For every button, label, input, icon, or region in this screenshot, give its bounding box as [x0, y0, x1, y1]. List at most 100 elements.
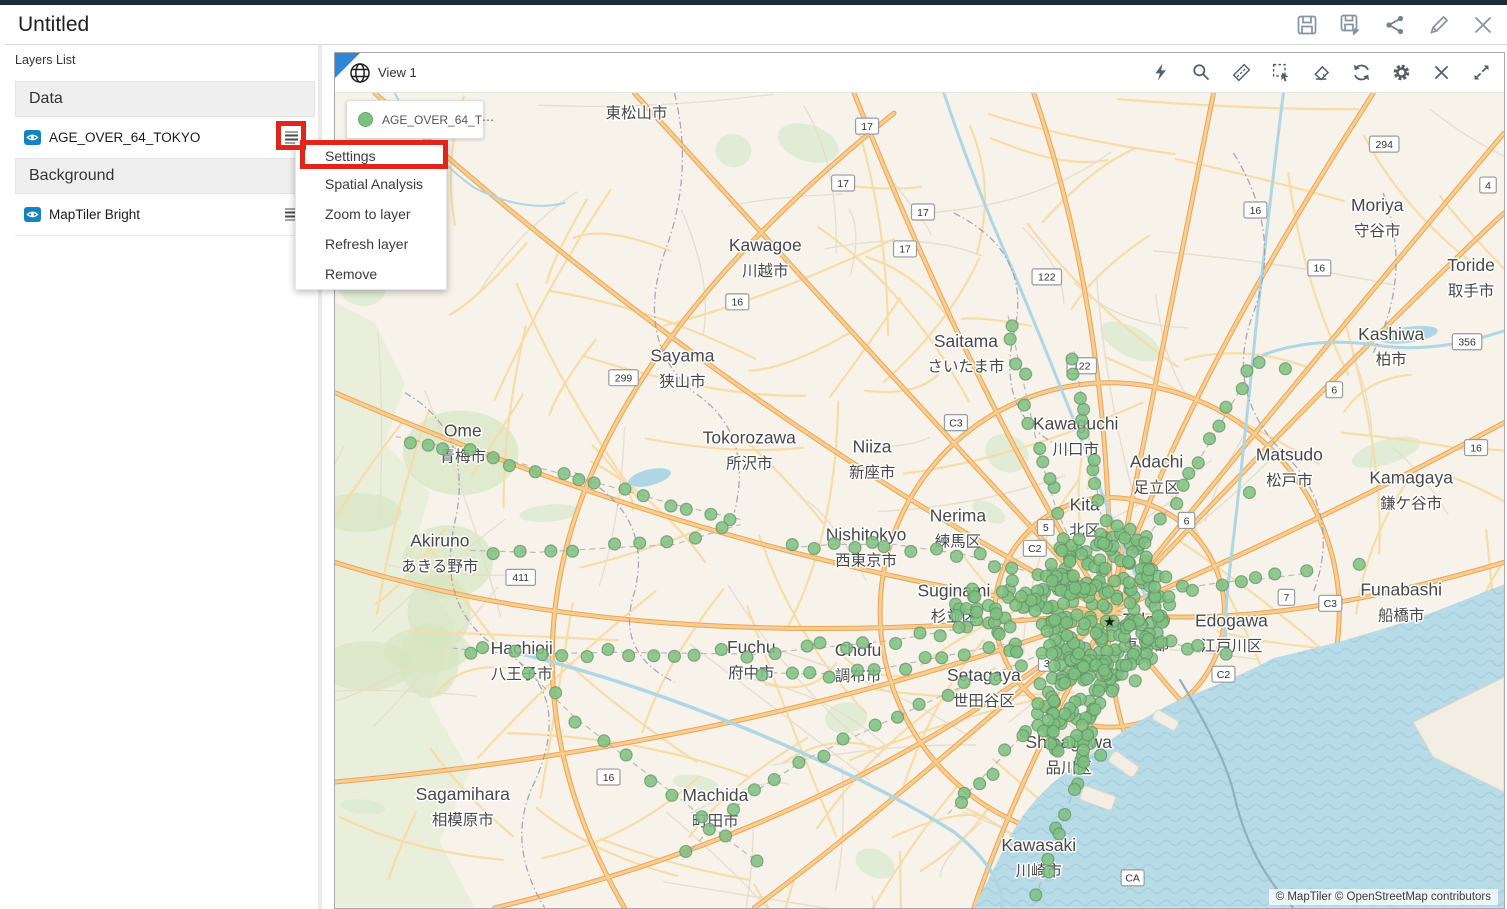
svg-text:17: 17 [899, 245, 911, 256]
visibility-eye-icon[interactable] [24, 207, 41, 222]
svg-text:16: 16 [1313, 264, 1325, 275]
svg-text:C3: C3 [1324, 599, 1338, 610]
svg-text:世田谷区: 世田谷区 [953, 692, 1015, 710]
menu-item-settings[interactable]: Settings [296, 143, 446, 169]
svg-text:松戸市: 松戸市 [1266, 472, 1312, 490]
svg-text:新座市: 新座市 [849, 464, 895, 482]
svg-text:299: 299 [615, 374, 633, 385]
layer-name: AGE_OVER_64_TOKYO [49, 130, 200, 145]
svg-text:船橋市: 船橋市 [1378, 606, 1424, 624]
legend-layer-label: AGE_OVER_64_T⋯ [382, 113, 494, 127]
application-window: Untitled Layers List [0, 0, 1507, 909]
visibility-eye-icon[interactable] [24, 130, 41, 145]
menu-item-refresh-layer[interactable]: Refresh layer [296, 229, 446, 259]
run-icon[interactable] [1151, 62, 1172, 83]
fullscreen-icon[interactable] [1471, 62, 1492, 83]
svg-text:Akiruno: Akiruno [410, 530, 469, 550]
svg-text:CA: CA [1125, 874, 1140, 885]
svg-text:Funabashi: Funabashi [1360, 579, 1442, 599]
save-as-icon[interactable] [1339, 13, 1363, 37]
svg-text:C2: C2 [1028, 544, 1042, 555]
select-icon[interactable] [1271, 62, 1292, 83]
svg-text:Adachi: Adachi [1130, 452, 1183, 472]
svg-text:Matsudo: Matsudo [1256, 445, 1323, 465]
svg-text:6: 6 [1331, 385, 1337, 396]
layer-row-maptiler-bright[interactable]: MapTiler Bright [15, 194, 315, 236]
menu-item-zoom-to-layer[interactable]: Zoom to layer [296, 199, 446, 229]
edit-icon[interactable] [1427, 13, 1451, 37]
svg-text:鎌ケ谷市: 鎌ケ谷市 [1380, 494, 1442, 512]
svg-text:Kashiwa: Kashiwa [1358, 324, 1424, 344]
settings-gear-icon[interactable] [1391, 62, 1412, 83]
svg-text:あきる野市: あきる野市 [401, 557, 478, 575]
close-view-icon[interactable] [1431, 62, 1452, 83]
share-icon[interactable] [1383, 13, 1407, 37]
layer-context-menu: Settings Spatial Analysis Zoom to layer … [295, 142, 447, 290]
map-attribution: © MapTiler © OpenStreetMap contributors [1269, 889, 1498, 905]
save-icon[interactable] [1295, 13, 1319, 37]
window-header: Untitled [5, 5, 1507, 45]
svg-text:17: 17 [837, 179, 849, 190]
svg-text:5: 5 [1043, 523, 1049, 534]
svg-text:17: 17 [917, 208, 929, 219]
measure-icon[interactable] [1231, 62, 1252, 83]
svg-text:7: 7 [1283, 593, 1289, 604]
search-icon[interactable] [1191, 62, 1212, 83]
svg-text:Toride: Toride [1447, 255, 1495, 275]
svg-text:C3: C3 [949, 418, 963, 429]
svg-text:16: 16 [1250, 206, 1262, 217]
svg-text:Saitama: Saitama [934, 331, 998, 351]
svg-text:Sayama: Sayama [650, 346, 714, 366]
project-title: Untitled [18, 13, 89, 37]
svg-text:Moriya: Moriya [1351, 195, 1404, 215]
view-toolbar [1151, 62, 1492, 83]
svg-text:★: ★ [1103, 614, 1116, 630]
section-background-label: Background [29, 167, 114, 185]
svg-text:Ome: Ome [444, 421, 482, 441]
view-title: View 1 [378, 65, 417, 80]
svg-text:122: 122 [1038, 273, 1056, 284]
erase-icon[interactable] [1311, 62, 1332, 83]
svg-text:Nerima: Nerima [930, 505, 987, 525]
svg-text:相模原市: 相模原市 [432, 811, 494, 829]
svg-text:16: 16 [1470, 443, 1482, 454]
svg-text:川越市: 川越市 [742, 262, 788, 280]
svg-text:411: 411 [512, 573, 529, 584]
svg-text:Kamagaya: Kamagaya [1369, 468, 1453, 488]
svg-text:Niiza: Niiza [853, 437, 892, 457]
svg-text:356: 356 [1458, 338, 1476, 349]
svg-text:16: 16 [731, 298, 743, 309]
refresh-icon[interactable] [1351, 62, 1372, 83]
close-window-icon[interactable] [1471, 13, 1495, 37]
svg-text:Kawasaki: Kawasaki [1001, 835, 1076, 855]
view-header: View 1 [335, 53, 1504, 93]
svg-text:Kawagoe: Kawagoe [729, 235, 802, 255]
section-header-background: Background [15, 158, 315, 194]
svg-text:294: 294 [1375, 140, 1393, 151]
svg-text:6: 6 [1184, 516, 1190, 527]
map-rendering: 東松山市Kawagoe川越市Saitamaさいたま市Sayama狭山市Moriy… [335, 93, 1504, 908]
svg-text:東松山市: 東松山市 [606, 104, 668, 122]
svg-text:Sagamihara: Sagamihara [416, 784, 510, 804]
section-data-label: Data [29, 90, 63, 108]
map-canvas[interactable]: 東松山市Kawagoe川越市Saitamaさいたま市Sayama狭山市Moriy… [335, 93, 1504, 908]
svg-text:所沢市: 所沢市 [726, 455, 772, 473]
active-view-corner [335, 53, 360, 78]
layer-name: MapTiler Bright [49, 207, 140, 222]
svg-text:4: 4 [1485, 181, 1491, 192]
svg-text:取手市: 取手市 [1448, 282, 1494, 300]
svg-text:さいたま市: さいたま市 [927, 358, 1004, 376]
menu-item-spatial-analysis[interactable]: Spatial Analysis [296, 169, 446, 199]
svg-text:柏市: 柏市 [1376, 351, 1407, 369]
svg-text:守谷市: 守谷市 [1354, 222, 1400, 240]
map-view-panel: View 1 [334, 52, 1505, 909]
svg-text:Tokorozawa: Tokorozawa [703, 428, 796, 448]
layers-list-title: Layers List [15, 53, 75, 67]
layers-sidebar: Layers List Data AGE_OVER_64_TOKYO Backg… [5, 45, 318, 909]
layer-row-age-over-64-tokyo[interactable]: AGE_OVER_64_TOKYO [15, 117, 315, 159]
menu-item-remove[interactable]: Remove [296, 259, 446, 289]
svg-text:C2: C2 [1217, 670, 1231, 681]
svg-text:足立区: 足立区 [1133, 479, 1179, 497]
legend-dot-icon [358, 112, 373, 127]
map-legend-chip[interactable]: AGE_OVER_64_T⋯ [346, 100, 484, 139]
